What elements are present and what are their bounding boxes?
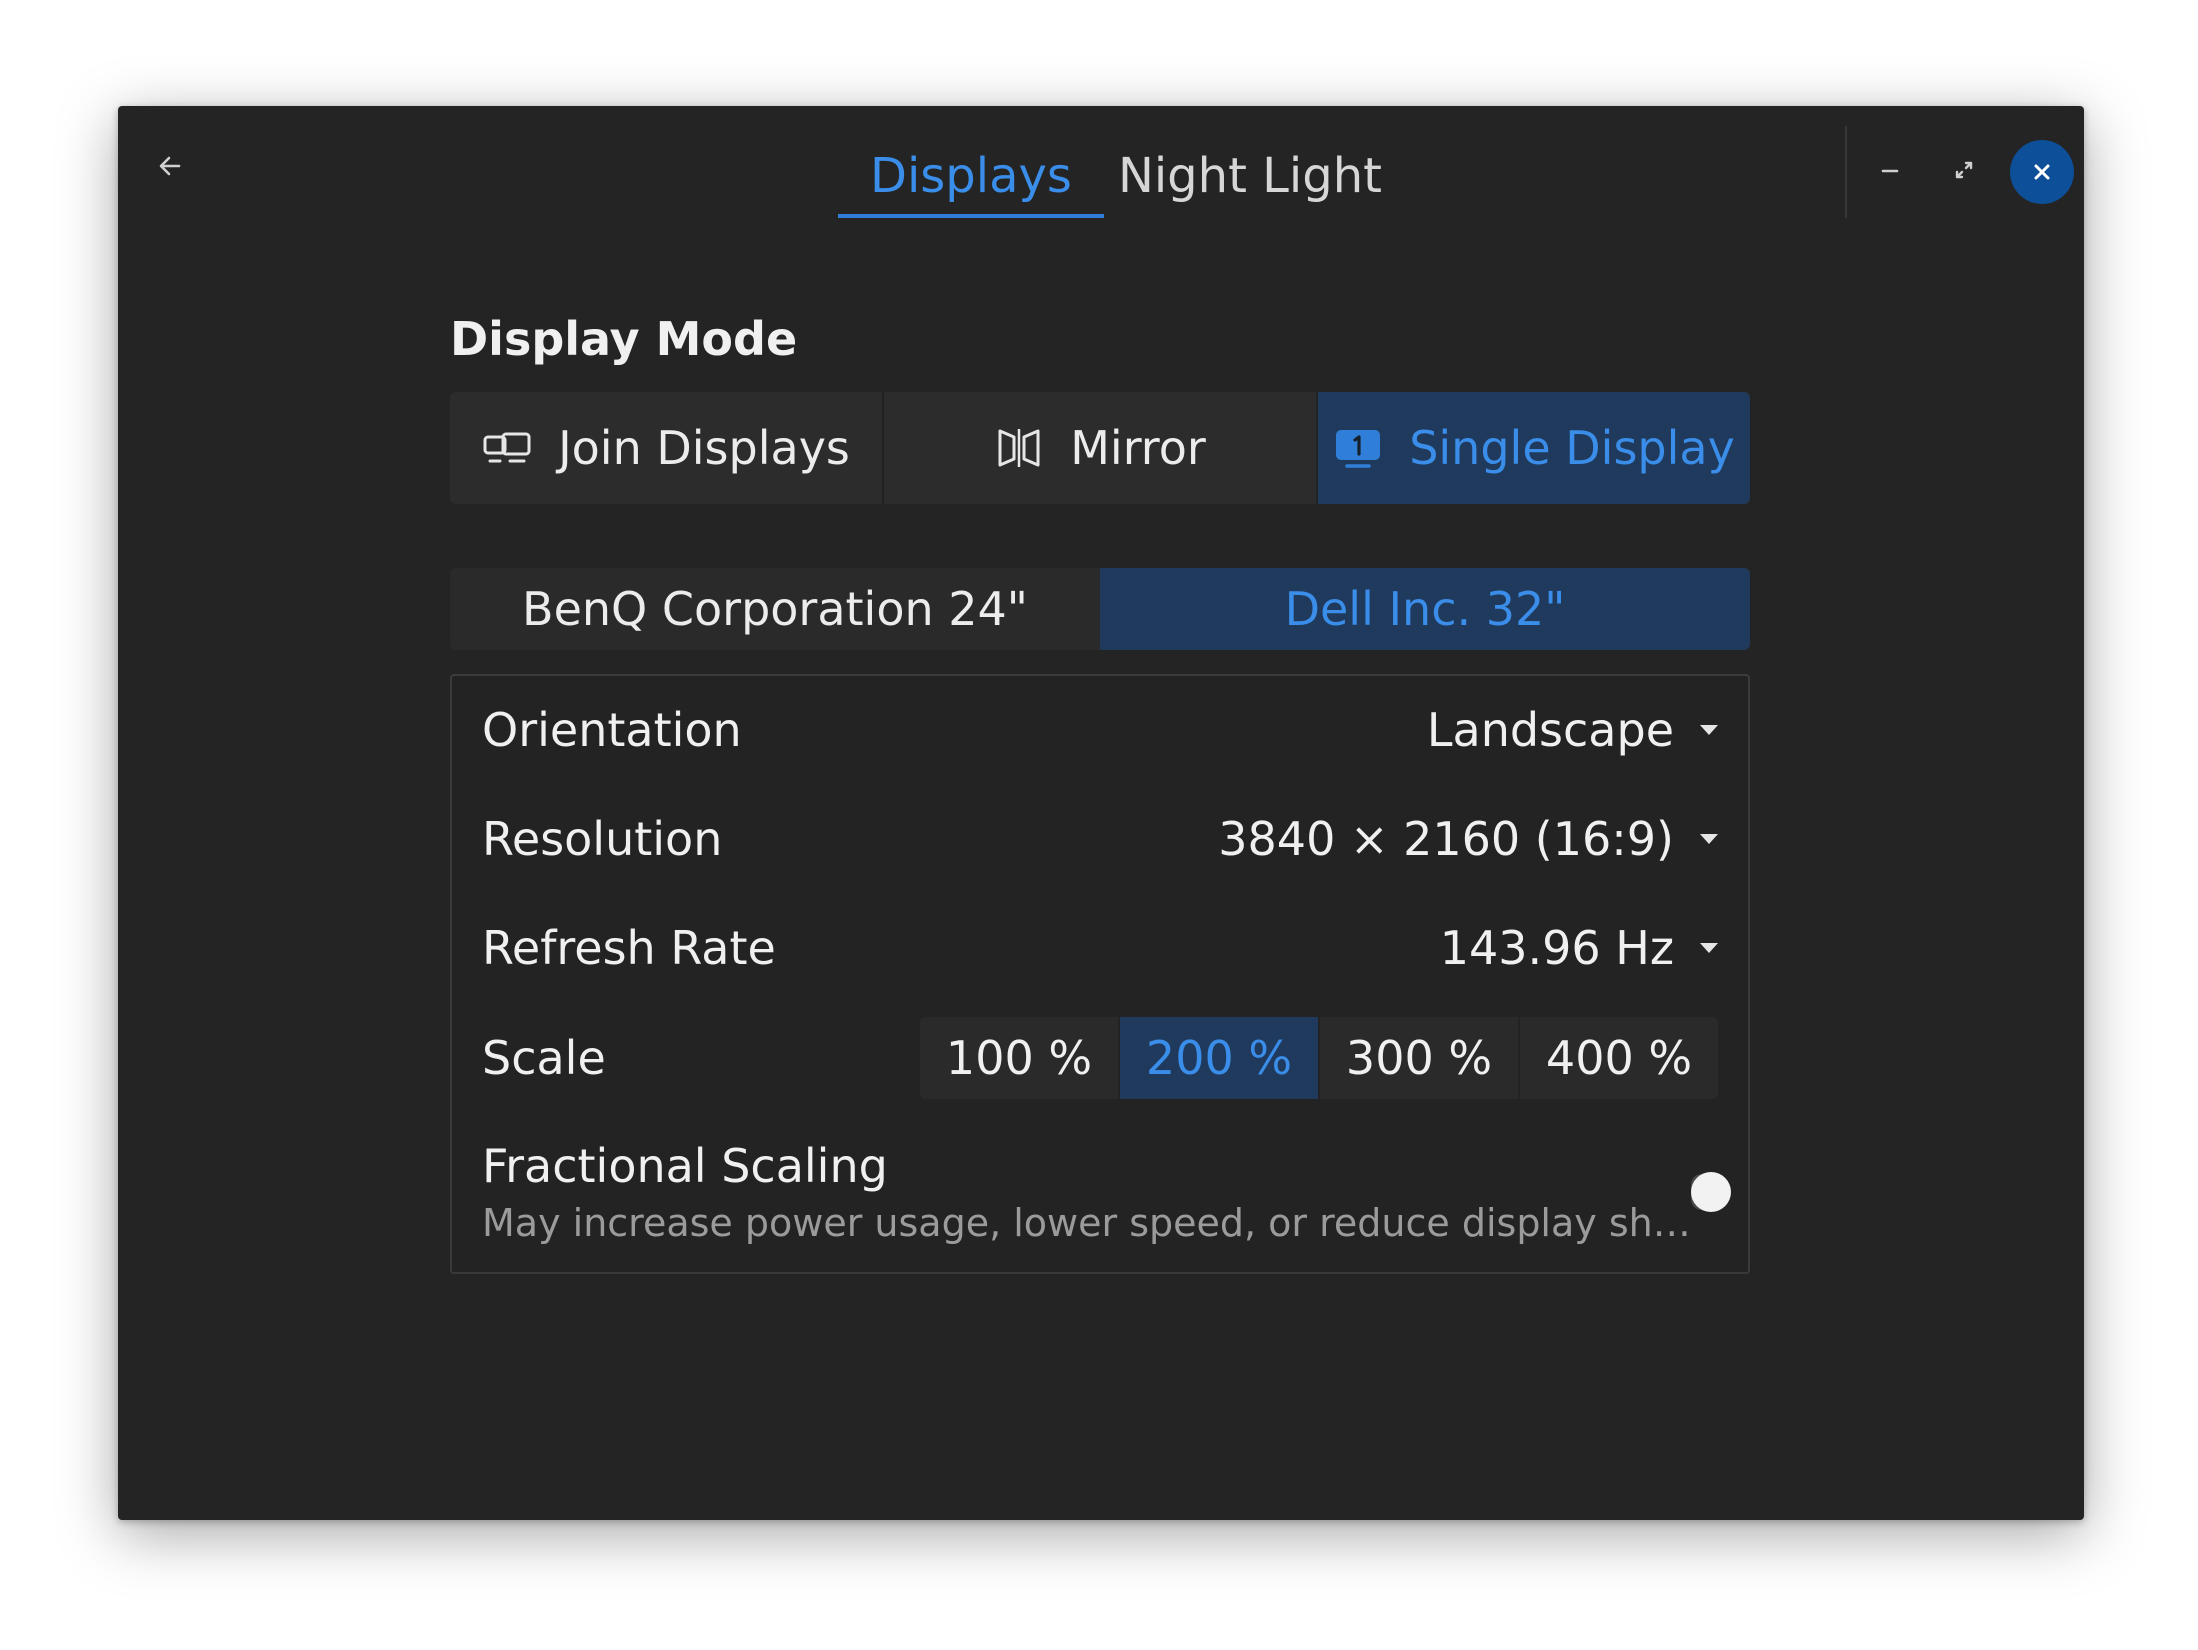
- display-settings-card: Orientation Landscape Resolution 3840 × …: [450, 674, 1750, 1274]
- tab-night-light[interactable]: Night Light: [1104, 138, 1414, 218]
- toggle-knob: [1690, 1172, 1731, 1212]
- maximize-icon: [1955, 161, 1973, 179]
- join-displays-icon: [483, 432, 531, 463]
- scale-option-400[interactable]: 400 %: [1520, 1017, 1718, 1099]
- single-display-button[interactable]: Single Display: [1318, 392, 1750, 504]
- display-mode-selector: Join Displays Mirror Single Display: [450, 392, 1750, 504]
- mirror-button[interactable]: Mirror: [884, 392, 1318, 504]
- refresh-rate-value: 143.96 Hz: [1439, 921, 1674, 975]
- refresh-rate-label: Refresh Rate: [482, 921, 776, 975]
- dropdown-arrow-icon: [1700, 725, 1718, 735]
- header-tabs: Displays Night Light: [838, 138, 1414, 218]
- fractional-scaling-description: May increase power usage, lower speed, o…: [482, 1201, 1691, 1245]
- fractional-scaling-text: Fractional Scaling May increase power us…: [482, 1139, 1691, 1245]
- resolution-dropdown[interactable]: 3840 × 2160 (16:9): [1218, 812, 1718, 866]
- refresh-rate-dropdown[interactable]: 143.96 Hz: [1440, 921, 1718, 975]
- mirror-label: Mirror: [1070, 421, 1206, 475]
- back-button[interactable]: [140, 136, 200, 196]
- minimize-icon: [1881, 169, 1899, 173]
- display-mode-title: Display Mode: [450, 312, 798, 366]
- mirror-icon: [998, 429, 1040, 467]
- fractional-scaling-row[interactable]: Fractional Scaling May increase power us…: [482, 1134, 1731, 1250]
- tab-displays[interactable]: Displays: [838, 138, 1104, 218]
- resolution-label: Resolution: [482, 812, 723, 866]
- close-button[interactable]: [2010, 140, 2074, 204]
- fractional-scaling-toggle[interactable]: [1690, 1172, 1731, 1212]
- single-display-icon: [1336, 430, 1381, 468]
- orientation-value: Landscape: [1426, 703, 1674, 757]
- close-icon: [2034, 164, 2050, 180]
- scale-row: Scale 100 % 200 % 300 % 400 %: [482, 1016, 1718, 1100]
- dropdown-arrow-icon: [1700, 834, 1718, 844]
- scale-option-200[interactable]: 200 %: [1120, 1017, 1320, 1099]
- scale-option-100[interactable]: 100 %: [920, 1017, 1120, 1099]
- scale-label: Scale: [482, 1031, 606, 1085]
- dropdown-arrow-icon: [1700, 943, 1718, 953]
- resolution-value: 3840 × 2160 (16:9): [1218, 812, 1674, 866]
- settings-window: Displays Night Light Display Mode Join D…: [118, 106, 2084, 1520]
- monitor-tab-dell[interactable]: Dell Inc. 32": [1100, 568, 1750, 650]
- orientation-row[interactable]: Orientation Landscape: [482, 690, 1718, 770]
- header-divider: [1845, 126, 1847, 218]
- join-displays-button[interactable]: Join Displays: [450, 392, 884, 504]
- single-display-label: Single Display: [1409, 421, 1735, 475]
- orientation-label: Orientation: [482, 703, 742, 757]
- fractional-scaling-label: Fractional Scaling: [482, 1139, 888, 1193]
- join-displays-label: Join Displays: [558, 421, 850, 475]
- orientation-dropdown[interactable]: Landscape: [1427, 703, 1718, 757]
- scale-selector: 100 % 200 % 300 % 400 %: [920, 1017, 1718, 1099]
- monitor-selector: BenQ Corporation 24" Dell Inc. 32": [450, 568, 1750, 650]
- back-arrow-icon: [159, 156, 181, 176]
- maximize-button[interactable]: [1934, 140, 1994, 200]
- monitor-tab-benq[interactable]: BenQ Corporation 24": [450, 568, 1100, 650]
- refresh-rate-row[interactable]: Refresh Rate 143.96 Hz: [482, 908, 1718, 988]
- resolution-row[interactable]: Resolution 3840 × 2160 (16:9): [482, 799, 1718, 879]
- scale-option-300[interactable]: 300 %: [1320, 1017, 1520, 1099]
- minimize-button[interactable]: [1860, 140, 1920, 200]
